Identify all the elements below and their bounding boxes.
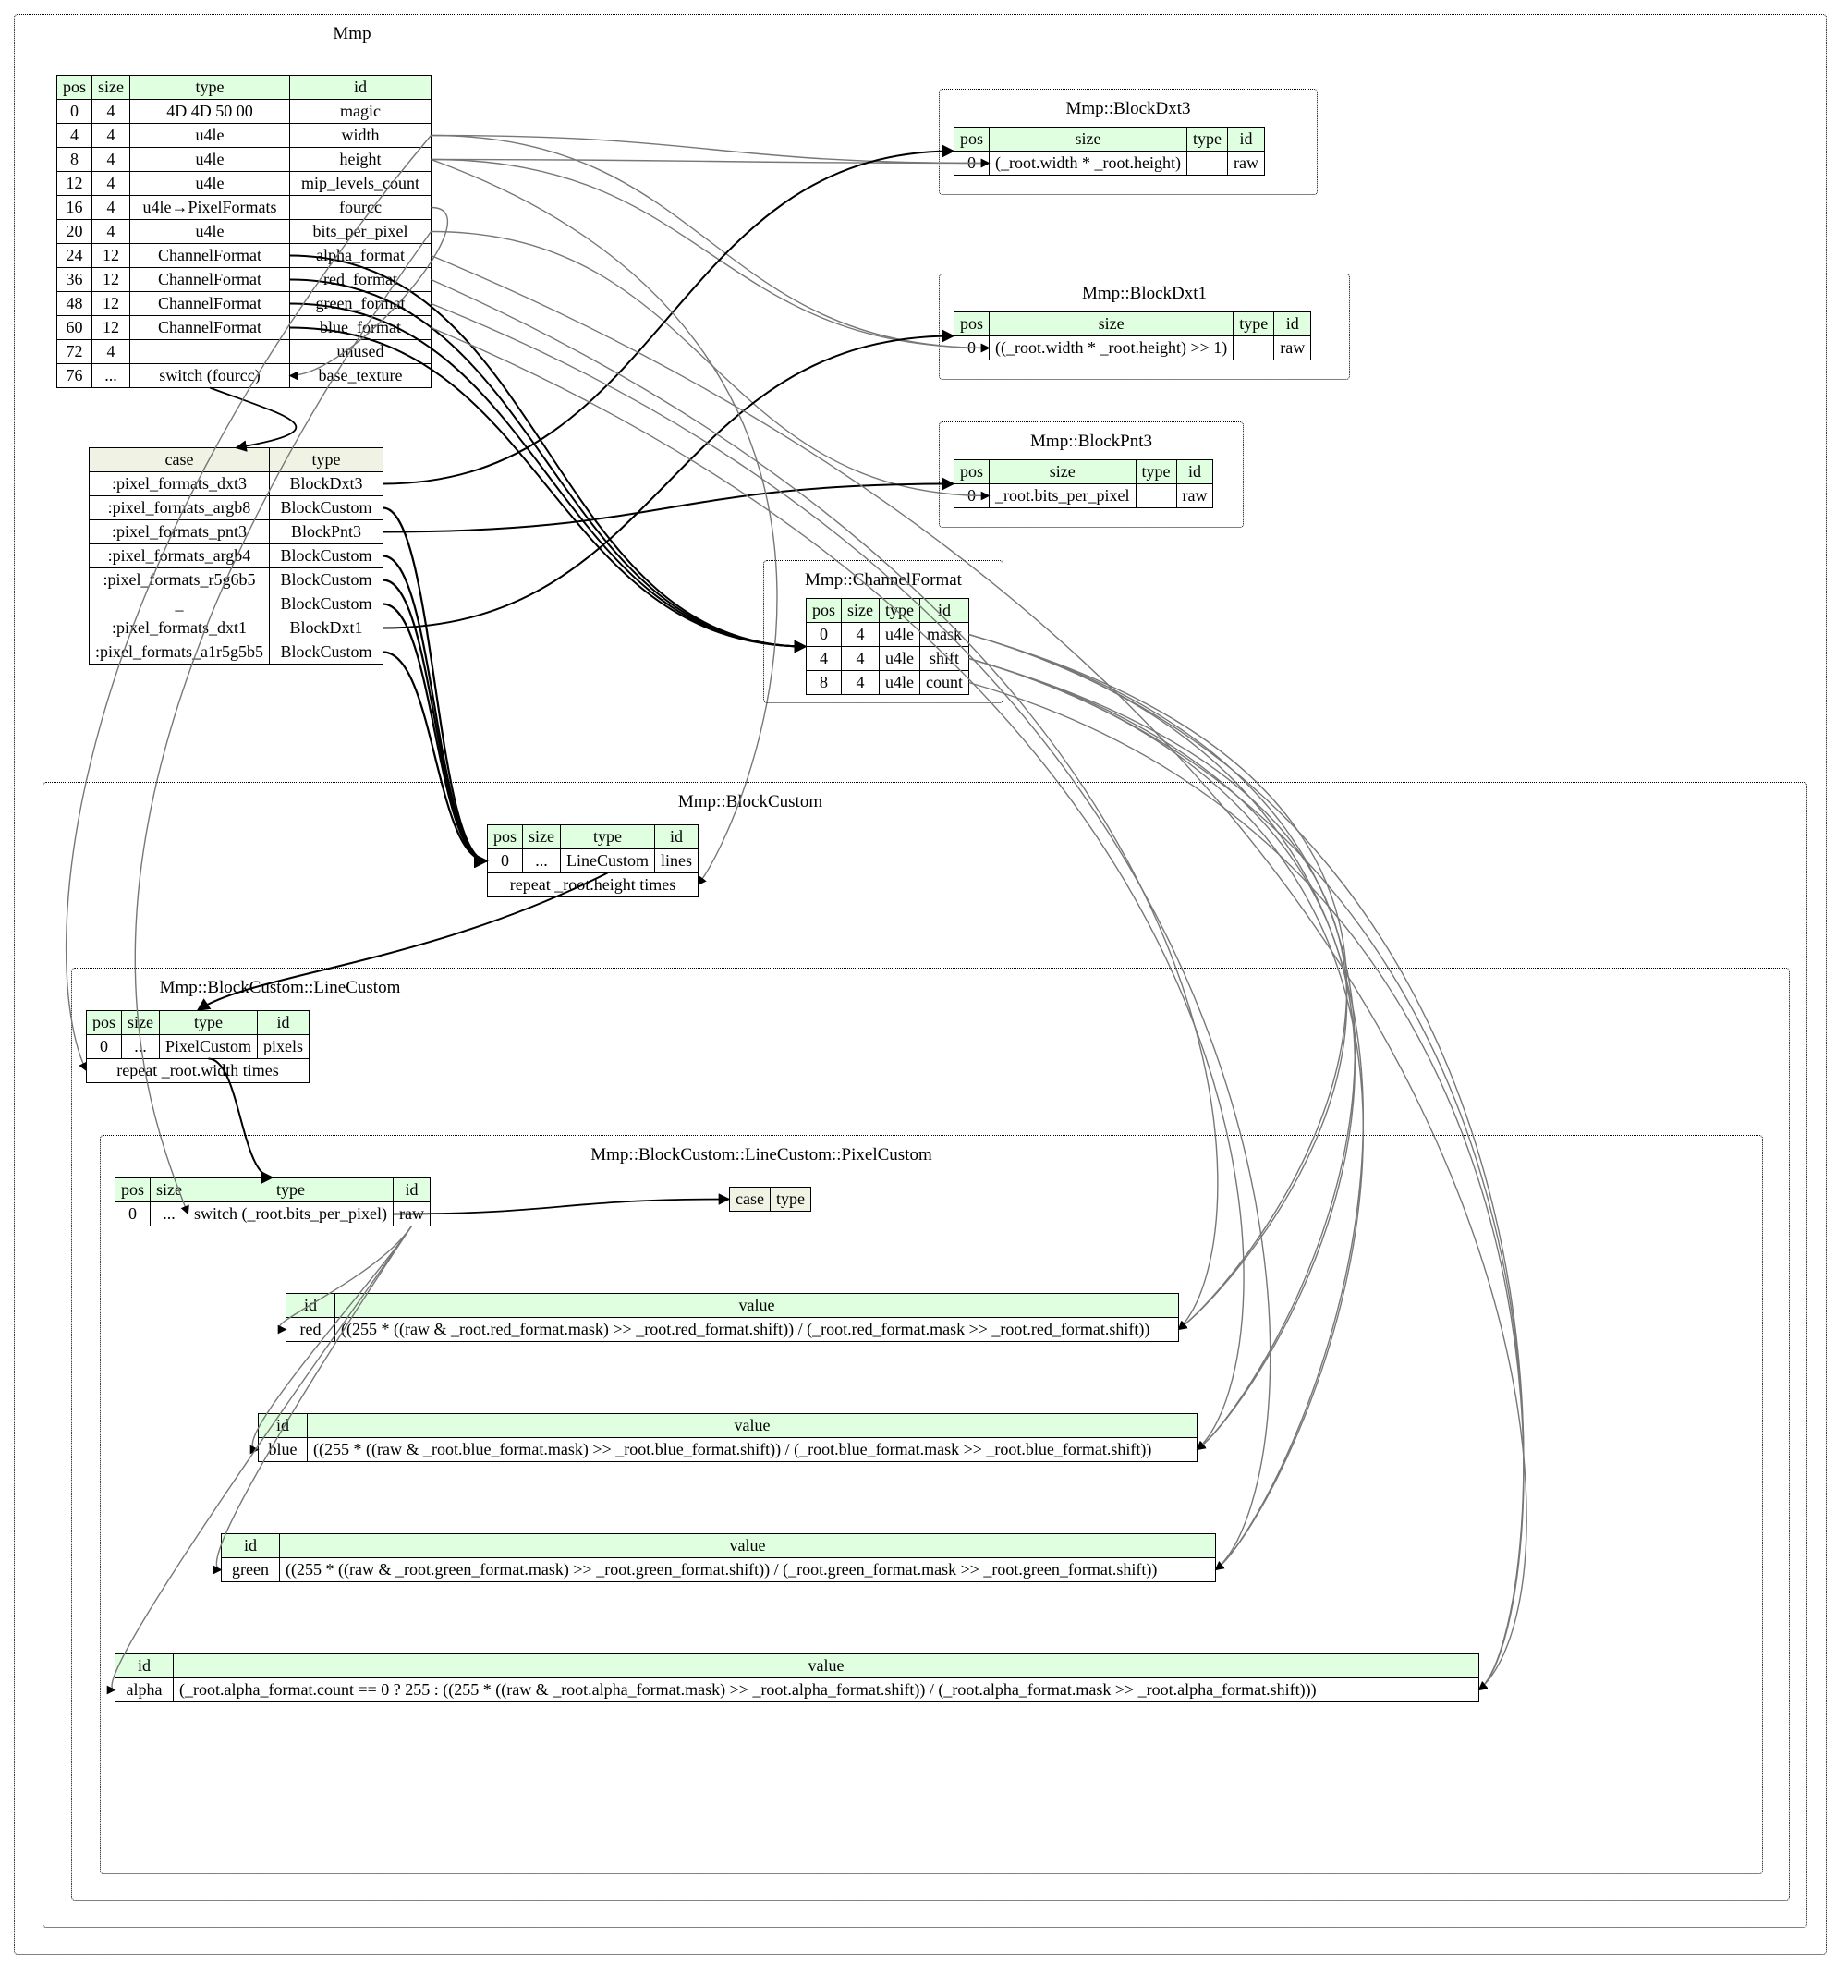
table-row: _BlockCustom: [90, 592, 383, 616]
table-pcustom-main: pos size type id 0 ... switch (_root.bit…: [115, 1177, 431, 1226]
table-row: 2412ChannelFormatalpha_format: [57, 244, 432, 268]
table-pcustom-case: case type: [729, 1187, 811, 1212]
cluster-pnt3: Mmp::BlockPnt3 pos size type id 0 _root.…: [939, 421, 1244, 528]
table-row: 6012ChannelFormatblue_format: [57, 316, 432, 340]
table-blue: idvalue blue((255 * ((raw & _root.blue_f…: [258, 1413, 1198, 1462]
table-row: 124u4lemip_levels_count: [57, 172, 432, 196]
table-row: :pixel_formats_r5g6b5BlockCustom: [90, 568, 383, 592]
table-green: idvalue green((255 * ((raw & _root.green…: [221, 1533, 1216, 1582]
cluster-title-pnt3: Mmp::BlockPnt3: [954, 432, 1229, 452]
table-row: 44u4leshift: [807, 647, 969, 671]
table-row: 44u4lewidth: [57, 124, 432, 148]
table-red: idvalue red((255 * ((raw & _root.red_for…: [286, 1293, 1179, 1342]
cluster-title-dxt1: Mmp::BlockDxt1: [954, 284, 1335, 304]
table-row: 04u4lemask: [807, 623, 969, 647]
table-dxt3: pos size type id 0 (_root.width * _root.…: [954, 127, 1265, 176]
col-id: id: [290, 76, 432, 100]
cluster-title-dxt3: Mmp::BlockDxt3: [954, 99, 1303, 119]
table-alpha: idvalue alpha(_root.alpha_format.count =…: [115, 1653, 1479, 1702]
table-bcustom: pos size type id 0 ... LineCustom lines …: [487, 824, 699, 897]
table-row: 3612ChannelFormatred_format: [57, 268, 432, 292]
cluster-title-pcustom: Mmp::BlockCustom::LineCustom::PixelCusto…: [438, 1145, 1085, 1165]
table-row: 84u4leheight: [57, 148, 432, 172]
table-row: 164u4le→PixelFormatsfourcc: [57, 196, 432, 220]
cluster-title-lcustom: Mmp::BlockCustom::LineCustom: [141, 978, 419, 998]
col-case: case: [90, 448, 270, 472]
cluster-dxt3: Mmp::BlockDxt3 pos size type id 0 (_root…: [939, 89, 1318, 195]
col-size: size: [92, 76, 130, 100]
table-row: 044D 4D 50 00magic: [57, 100, 432, 124]
cluster-title-bcustom: Mmp::BlockCustom: [427, 792, 1074, 812]
table-row: 76...switch (fourcc)base_texture: [57, 364, 432, 388]
table-pnt3: pos size type id 0 _root.bits_per_pixel …: [954, 459, 1213, 508]
table-row: :pixel_formats_dxt1BlockDxt1: [90, 616, 383, 640]
table-row: :pixel_formats_pnt3BlockPnt3: [90, 520, 383, 544]
col-type: type: [130, 76, 290, 100]
cluster-dxt1: Mmp::BlockDxt1 pos size type id 0 ((_roo…: [939, 274, 1350, 380]
table-switch: case type :pixel_formats_dxt3BlockDxt3:p…: [89, 447, 383, 665]
table-row: :pixel_formats_a1r5g5b5BlockCustom: [90, 640, 383, 665]
table-chfmt: pos size type id 04u4lemask44u4leshift84…: [806, 598, 969, 695]
table-row: :pixel_formats_argb8BlockCustom: [90, 496, 383, 520]
table-lcustom: pos size type id 0 ... PixelCustom pixel…: [86, 1010, 310, 1083]
table-row: 204u4lebits_per_pixel: [57, 220, 432, 244]
cluster-title-mmp: Mmp: [167, 24, 537, 44]
table-row: 84u4lecount: [807, 671, 969, 695]
table-row: :pixel_formats_argb4BlockCustom: [90, 544, 383, 568]
table-mmp: pos size type id 044D 4D 50 00magic44u4l…: [56, 75, 432, 388]
col-type: type: [269, 448, 383, 472]
table-row: :pixel_formats_dxt3BlockDxt3: [90, 472, 383, 496]
table-row: 724unused: [57, 340, 432, 364]
cluster-lcustom: Mmp::BlockCustom::LineCustom pos size ty…: [71, 968, 1790, 1901]
table-dxt1: pos size type id 0 ((_root.width * _root…: [954, 311, 1311, 360]
col-pos: pos: [57, 76, 92, 100]
cluster-title-chfmt: Mmp::ChannelFormat: [778, 570, 989, 591]
cluster-mmp: Mmp pos size type id 044D 4D 50 00magic4…: [14, 14, 1827, 1955]
table-row: 4812ChannelFormatgreen_format: [57, 292, 432, 316]
cluster-bcustom: Mmp::BlockCustom pos size type id 0 ... …: [43, 782, 1807, 1928]
cluster-chfmt: Mmp::ChannelFormat pos size type id 04u4…: [763, 560, 1003, 703]
cluster-pcustom: Mmp::BlockCustom::LineCustom::PixelCusto…: [100, 1135, 1763, 1874]
